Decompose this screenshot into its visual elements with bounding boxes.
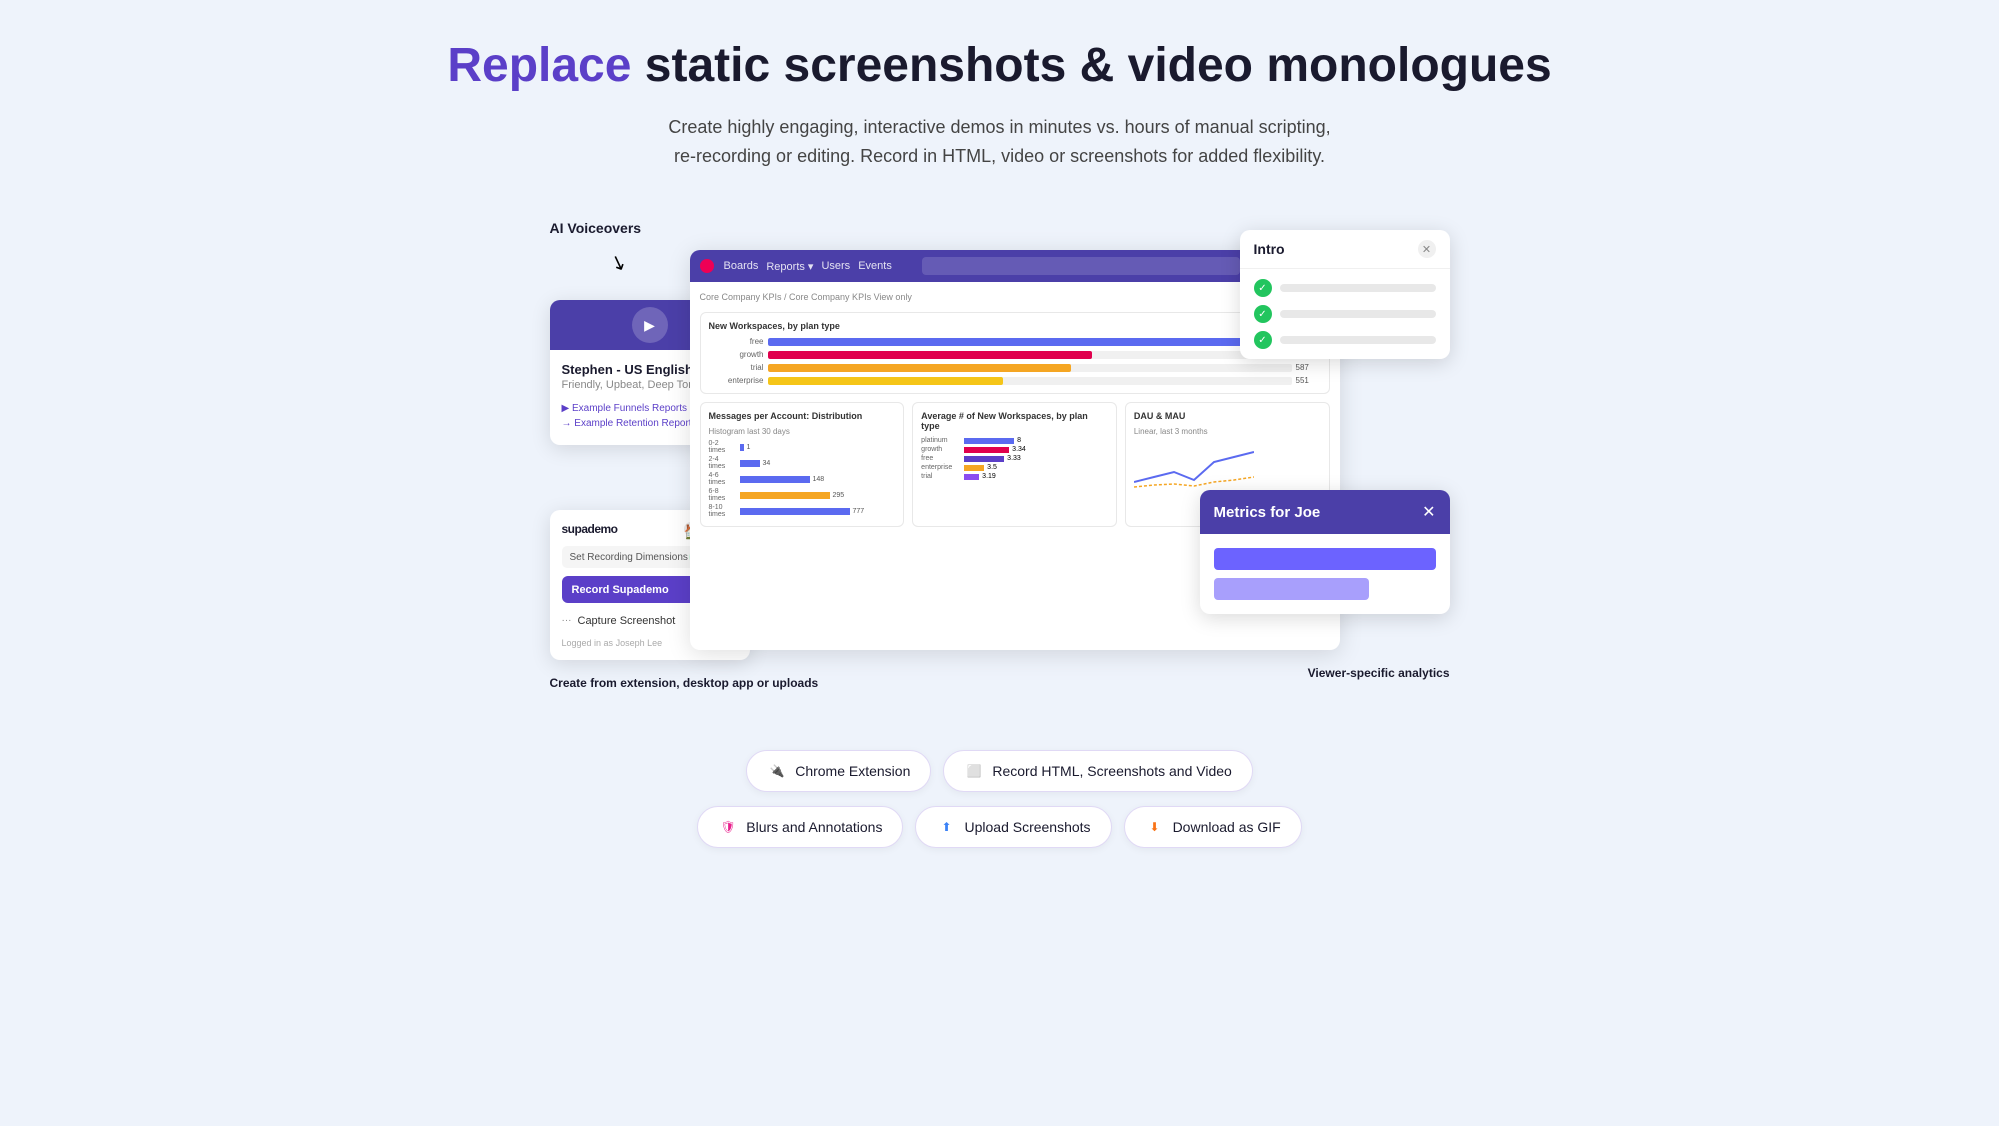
intro-bar-2 — [1280, 310, 1436, 318]
breadcrumb: Core Company KPIs / Core Company KPIs Vi… — [700, 292, 1330, 302]
dist-chart: 0-2 times 1 2-4 times 34 4-6 times — [709, 440, 896, 518]
chart-1-title: New Workspaces, by plan type — [709, 321, 1321, 331]
illustration-area: AI Voiceovers ↘ Multi-demo showcases ↙ C… — [550, 220, 1450, 690]
intro-item-2: ✓ — [1254, 305, 1436, 323]
upload-icon: ⬆ — [936, 817, 956, 837]
pill-record-html[interactable]: ⬜ Record HTML, Screenshots and Video — [943, 750, 1252, 792]
intro-item-3: ✓ — [1254, 331, 1436, 349]
annotation-arrow-1: ↘ — [606, 248, 630, 277]
title-highlight: Replace — [447, 39, 631, 92]
chart-panel-1: New Workspaces, by plan type free growth… — [700, 312, 1330, 394]
annotation-ai-voiceovers: AI Voiceovers — [550, 220, 642, 236]
pill-upload-label: Upload Screenshots — [964, 819, 1090, 835]
pill-chrome-extension[interactable]: 🔌 Chrome Extension — [746, 750, 931, 792]
metrics-bar-2 — [1214, 578, 1369, 600]
avg-chart: platinum 8 growth 3.34 free 3.33 — [921, 437, 1108, 480]
download-gif-icon: ⬇ — [1145, 817, 1165, 837]
pill-download-gif-label: Download as GIF — [1173, 819, 1281, 835]
pill-upload[interactable]: ⬆ Upload Screenshots — [915, 806, 1111, 848]
chrome-extension-icon: 🔌 — [767, 761, 787, 781]
annotation-viewer-analytics: Viewer-specific analytics — [1308, 666, 1450, 680]
pill-download-gif[interactable]: ⬇ Download as GIF — [1124, 806, 1302, 848]
annotation-create-from: Create from extension, desktop app or up… — [550, 676, 819, 690]
logged-as-label: Logged in as Joseph Lee — [562, 638, 663, 648]
metrics-title: Metrics for Joe — [1214, 504, 1321, 521]
feature-pills-section: 🔌 Chrome Extension ⬜ Record HTML, Screen… — [697, 750, 1301, 848]
intro-item-1: ✓ — [1254, 279, 1436, 297]
metrics-bar-1 — [1214, 548, 1436, 570]
hero-subtitle: Create highly engaging, interactive demo… — [660, 113, 1340, 171]
window-close[interactable] — [700, 259, 714, 273]
topbar-nav: Boards Reports ▾ Users Events — [724, 260, 892, 273]
intro-title: Intro — [1254, 241, 1285, 257]
ext-logo: supademo — [562, 522, 618, 536]
pills-row-1: 🔌 Chrome Extension ⬜ Record HTML, Screen… — [746, 750, 1253, 792]
play-button[interactable]: ▶ — [632, 307, 668, 343]
dist-panel: Messages per Account: Distribution Histo… — [700, 402, 905, 527]
pill-blurs[interactable]: 🛡 Blurs and Annotations — [697, 806, 903, 848]
bar-row-growth: growth 614 — [709, 350, 1321, 359]
record-html-icon: ⬜ — [964, 761, 984, 781]
title-rest: static screenshots & video monologues — [631, 39, 1551, 92]
intro-bar-1 — [1280, 284, 1436, 292]
pills-row-2: 🛡 Blurs and Annotations ⬆ Upload Screens… — [697, 806, 1301, 848]
pill-blurs-label: Blurs and Annotations — [746, 819, 882, 835]
check-icon-3: ✓ — [1254, 331, 1272, 349]
ext-select-label: Set Recording Dimensions — [570, 552, 688, 563]
dau-chart — [1134, 442, 1254, 492]
check-icon-1: ✓ — [1254, 279, 1272, 297]
blurs-icon: 🛡 — [718, 817, 738, 837]
bar-row-free: free — [709, 337, 1321, 346]
metrics-close-button[interactable]: ✕ — [1422, 502, 1435, 522]
intro-bar-3 — [1280, 336, 1436, 344]
intro-items: ✓ ✓ ✓ — [1240, 269, 1450, 359]
intro-popup: Intro ✕ ✓ ✓ ✓ — [1240, 230, 1450, 359]
pill-chrome-extension-label: Chrome Extension — [795, 763, 910, 779]
intro-close-button[interactable]: ✕ — [1418, 240, 1436, 258]
bar-row-trial: trial 587 — [709, 363, 1321, 372]
check-icon-2: ✓ — [1254, 305, 1272, 323]
bar-row-enterprise: enterprise 551 — [709, 376, 1321, 385]
metrics-body — [1200, 534, 1450, 614]
metrics-popup: Metrics for Joe ✕ — [1200, 490, 1450, 614]
bar-chart-1: free growth 614 trial 587 — [709, 337, 1321, 385]
intro-popup-header: Intro ✕ — [1240, 230, 1450, 269]
pill-record-html-label: Record HTML, Screenshots and Video — [992, 763, 1231, 779]
page-title: Replace static screenshots & video monol… — [447, 40, 1551, 93]
topbar-search[interactable] — [922, 257, 1240, 275]
metrics-header: Metrics for Joe ✕ — [1200, 490, 1450, 534]
avg-panel: Average # of New Workspaces, by plan typ… — [912, 402, 1117, 527]
